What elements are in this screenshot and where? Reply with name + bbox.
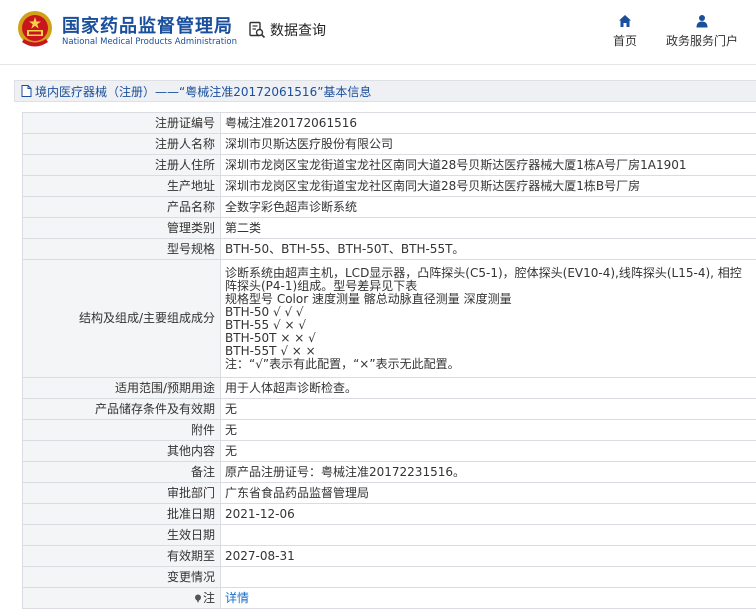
field-value: 2027-08-31: [220, 545, 756, 567]
field-label: 管理类别: [22, 217, 221, 239]
detail-row: 注册证编号 粤械注准20172061516: [22, 112, 756, 134]
header-divider: [0, 64, 756, 65]
document-search-icon: [249, 21, 266, 39]
field-label: 其他内容: [22, 440, 221, 462]
document-icon: [21, 85, 32, 97]
field-label: 适用范围/预期用途: [22, 377, 221, 399]
detail-row: 备注 原产品注册证号：粤械注准20172231516。: [22, 461, 756, 483]
pin-icon: [194, 594, 201, 603]
field-label: 审批部门: [22, 482, 221, 504]
field-label: 变更情况: [22, 566, 221, 588]
field-label: 生效日期: [22, 524, 221, 546]
field-label: 注: [202, 590, 215, 605]
field-label: 产品名称: [22, 196, 221, 218]
nav-home-label: 首页: [612, 34, 637, 48]
field-label: 产品储存条件及有效期: [22, 398, 221, 420]
field-value: 广东省食品药品监督管理局: [220, 482, 756, 504]
field-label: 注册人名称: [22, 133, 221, 155]
nav-service-portal[interactable]: 政务服务门户: [664, 14, 740, 49]
field-label: 注册证编号: [22, 112, 221, 134]
field-value: 深圳市龙岗区宝龙街道宝龙社区南同大道28号贝斯达医疗器械大厦1栋A号厂房1A19…: [220, 154, 756, 176]
detail-row: 结构及组成/主要组成成分 诊断系统由超声主机，LCD显示器，凸阵探头(C5-1)…: [22, 259, 756, 378]
field-value: 粤械注准20172061516: [220, 112, 756, 134]
field-value: 诊断系统由超声主机，LCD显示器，凸阵探头(C5-1)，腔体探头(EV10-4)…: [220, 259, 756, 378]
detail-row: 批准日期 2021-12-06: [22, 503, 756, 525]
detail-row: 变更情况: [22, 566, 756, 588]
detail-row: 有效期至 2027-08-31: [22, 545, 756, 567]
data-query-label: 数据查询: [270, 23, 326, 39]
field-label: 生产地址: [22, 175, 221, 197]
detail-row: 型号规格 BTH-50、BTH-55、BTH-50T、BTH-55T。: [22, 238, 756, 260]
field-label: 附件: [22, 419, 221, 441]
nav-home[interactable]: 首页: [610, 14, 640, 49]
field-value: 第二类: [220, 217, 756, 239]
detail-row: 产品储存条件及有效期 无: [22, 398, 756, 420]
field-value: [220, 566, 756, 588]
field-label: 型号规格: [22, 238, 221, 260]
field-value: [220, 524, 756, 546]
org-name-en: National Medical Products Administration: [62, 37, 237, 47]
nav-portal-label: 政务服务门户: [665, 34, 738, 48]
field-value: BTH-50、BTH-55、BTH-50T、BTH-55T。: [220, 238, 756, 260]
detail-row: 管理类别 第二类: [22, 217, 756, 239]
detail-row: 产品名称 全数字彩色超声诊断系统: [22, 196, 756, 218]
field-label: 注册人住所: [22, 154, 221, 176]
detail-row: 附件 无: [22, 419, 756, 441]
field-label: 备注: [22, 461, 221, 483]
detail-row: 注 详情: [22, 587, 756, 609]
field-value: 用于人体超声诊断检查。: [220, 377, 756, 399]
detail-row: 审批部门 广东省食品药品监督管理局: [22, 482, 756, 504]
field-value: 深圳市龙岗区宝龙街道宝龙社区南同大道28号贝斯达医疗器械大厦1栋B号厂房: [220, 175, 756, 197]
detail-row: 生产地址 深圳市龙岗区宝龙街道宝龙社区南同大道28号贝斯达医疗器械大厦1栋B号厂…: [22, 175, 756, 197]
user-icon: [696, 15, 708, 28]
field-value: 全数字彩色超声诊断系统: [220, 196, 756, 218]
detail-row: 注册人名称 深圳市贝斯达医疗股份有限公司: [22, 133, 756, 155]
field-label: 有效期至: [22, 545, 221, 567]
field-label: 结构及组成/主要组成成分: [22, 259, 221, 378]
detail-table: 注册证编号 粤械注准20172061516 注册人名称 深圳市贝斯达医疗股份有限…: [22, 112, 756, 609]
field-value: 深圳市贝斯达医疗股份有限公司: [220, 133, 756, 155]
details-link[interactable]: 详情: [225, 591, 249, 605]
data-query-link[interactable]: 数据查询: [248, 20, 326, 40]
field-label: 批准日期: [22, 503, 221, 525]
field-value: 详情: [220, 587, 756, 609]
field-value: 无: [220, 398, 756, 420]
field-value: 2021-12-06: [220, 503, 756, 525]
note-label-cell: 注: [22, 587, 221, 609]
field-value: 无: [220, 419, 756, 441]
home-icon: [619, 15, 631, 27]
detail-row: 其他内容 无: [22, 440, 756, 462]
detail-row: 注册人住所 深圳市龙岗区宝龙街道宝龙社区南同大道28号贝斯达医疗器械大厦1栋A号…: [22, 154, 756, 176]
org-name-cn: 国家药品监督管理局: [62, 16, 233, 37]
detail-row: 生效日期: [22, 524, 756, 546]
field-value: 原产品注册证号：粤械注准20172231516。: [220, 461, 756, 483]
field-value: 无: [220, 440, 756, 462]
breadcrumb-text: 境内医疗器械（注册）——“粤械注准20172061516”基本信息: [35, 84, 372, 99]
breadcrumb: 境内医疗器械（注册）——“粤械注准20172061516”基本信息: [14, 80, 756, 102]
detail-row: 适用范围/预期用途 用于人体超声诊断检查。: [22, 377, 756, 399]
site-header: 国家药品监督管理局 National Medical Products Admi…: [0, 0, 756, 64]
national-emblem-icon: [18, 11, 52, 47]
